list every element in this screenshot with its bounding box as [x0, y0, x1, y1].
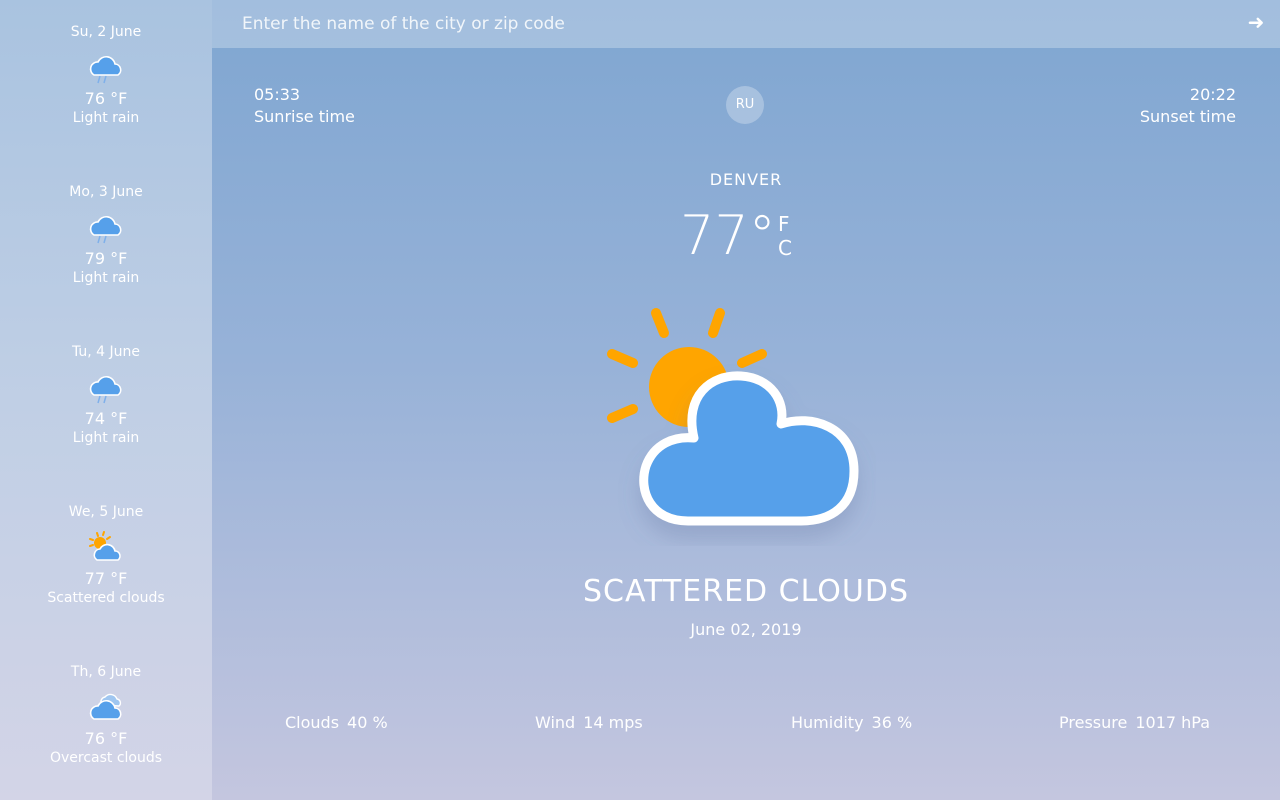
forecast-temp: 74 °F [84, 409, 128, 428]
forecast-temp: 76 °F [84, 89, 128, 108]
forecast-desc: Light rain [72, 430, 140, 446]
forecast-desc: Overcast clouds [49, 750, 163, 766]
forecast-date: We, 5 June [68, 504, 144, 520]
stat-clouds: Clouds 40 % [285, 712, 388, 734]
stat-value: 36 % [871, 713, 913, 732]
stat-wind: Wind 14 mps [535, 712, 643, 734]
current-date: June 02, 2019 [690, 620, 802, 639]
stat-label: Clouds [285, 713, 340, 732]
unit-celsius-toggle[interactable]: C [778, 236, 792, 260]
search-input[interactable] [240, 8, 1204, 40]
forecast-desc: Light rain [72, 270, 140, 286]
forecast-desc: Light rain [72, 110, 140, 126]
stat-label: Pressure [1059, 713, 1128, 732]
city-name: DENVER [709, 170, 783, 189]
forecast-date: Th, 6 June [70, 664, 142, 680]
rain-cloud-icon [89, 376, 122, 404]
forecast-day[interactable]: Th, 6 June 76 °F Overcast clouds [0, 663, 212, 767]
sunset-block: 20:22 Sunset time [1140, 84, 1236, 128]
forecast-date: Mo, 3 June [69, 184, 143, 200]
forecast-day[interactable]: Tu, 4 June 74 °F Light rain [0, 343, 212, 447]
forecast-temp: 76 °F [84, 729, 128, 748]
stat-label: Wind [535, 713, 576, 732]
sunrise-block: 05:33 Sunrise time [254, 84, 355, 128]
forecast-sidebar: Su, 2 June 76 °F Light rain Mo, 3 June 7… [0, 0, 212, 800]
forecast-date: Tu, 4 June [71, 344, 141, 360]
forecast-day[interactable]: We, 5 June 77 °F Scattered clouds [0, 503, 212, 607]
stat-value: 14 mps [583, 713, 643, 732]
stat-humidity: Humidity 36 % [791, 712, 912, 734]
forecast-day[interactable]: Mo, 3 June 79 °F Light rain [0, 183, 212, 287]
language-toggle-button[interactable]: RU [726, 86, 764, 124]
forecast-day[interactable]: Su, 2 June 76 °F Light rain [0, 23, 212, 127]
rain-cloud-icon [89, 56, 122, 84]
forecast-temp: 77 °F [84, 569, 128, 588]
forecast-desc: Scattered clouds [47, 590, 165, 606]
overcast-cloud-icon [89, 693, 122, 720]
forecast-temp: 79 °F [84, 249, 128, 268]
current-temperature: 77° [680, 204, 776, 267]
rain-cloud-icon [89, 216, 122, 244]
sunrise-time: 05:33 [254, 85, 301, 104]
sun-cloud-icon [89, 531, 121, 561]
sunset-label: Sunset time [1139, 107, 1236, 126]
sunrise-label: Sunrise time [254, 107, 355, 126]
forecast-date: Su, 2 June [70, 24, 142, 40]
search-bar: ➜ [212, 0, 1280, 48]
sun-behind-cloud-icon [607, 308, 859, 526]
sunset-time: 20:22 [1189, 85, 1236, 104]
stat-pressure: Pressure 1017 hPa [1059, 712, 1210, 734]
stat-label: Humidity [791, 713, 864, 732]
weather-condition: SCATTERED CLOUDS [582, 574, 909, 609]
stat-value: 1017 hPa [1135, 713, 1211, 732]
unit-fahrenheit-toggle[interactable]: F [778, 212, 790, 236]
stat-value: 40 % [347, 713, 388, 732]
arrow-right-icon[interactable]: ➜ [1244, 10, 1268, 34]
